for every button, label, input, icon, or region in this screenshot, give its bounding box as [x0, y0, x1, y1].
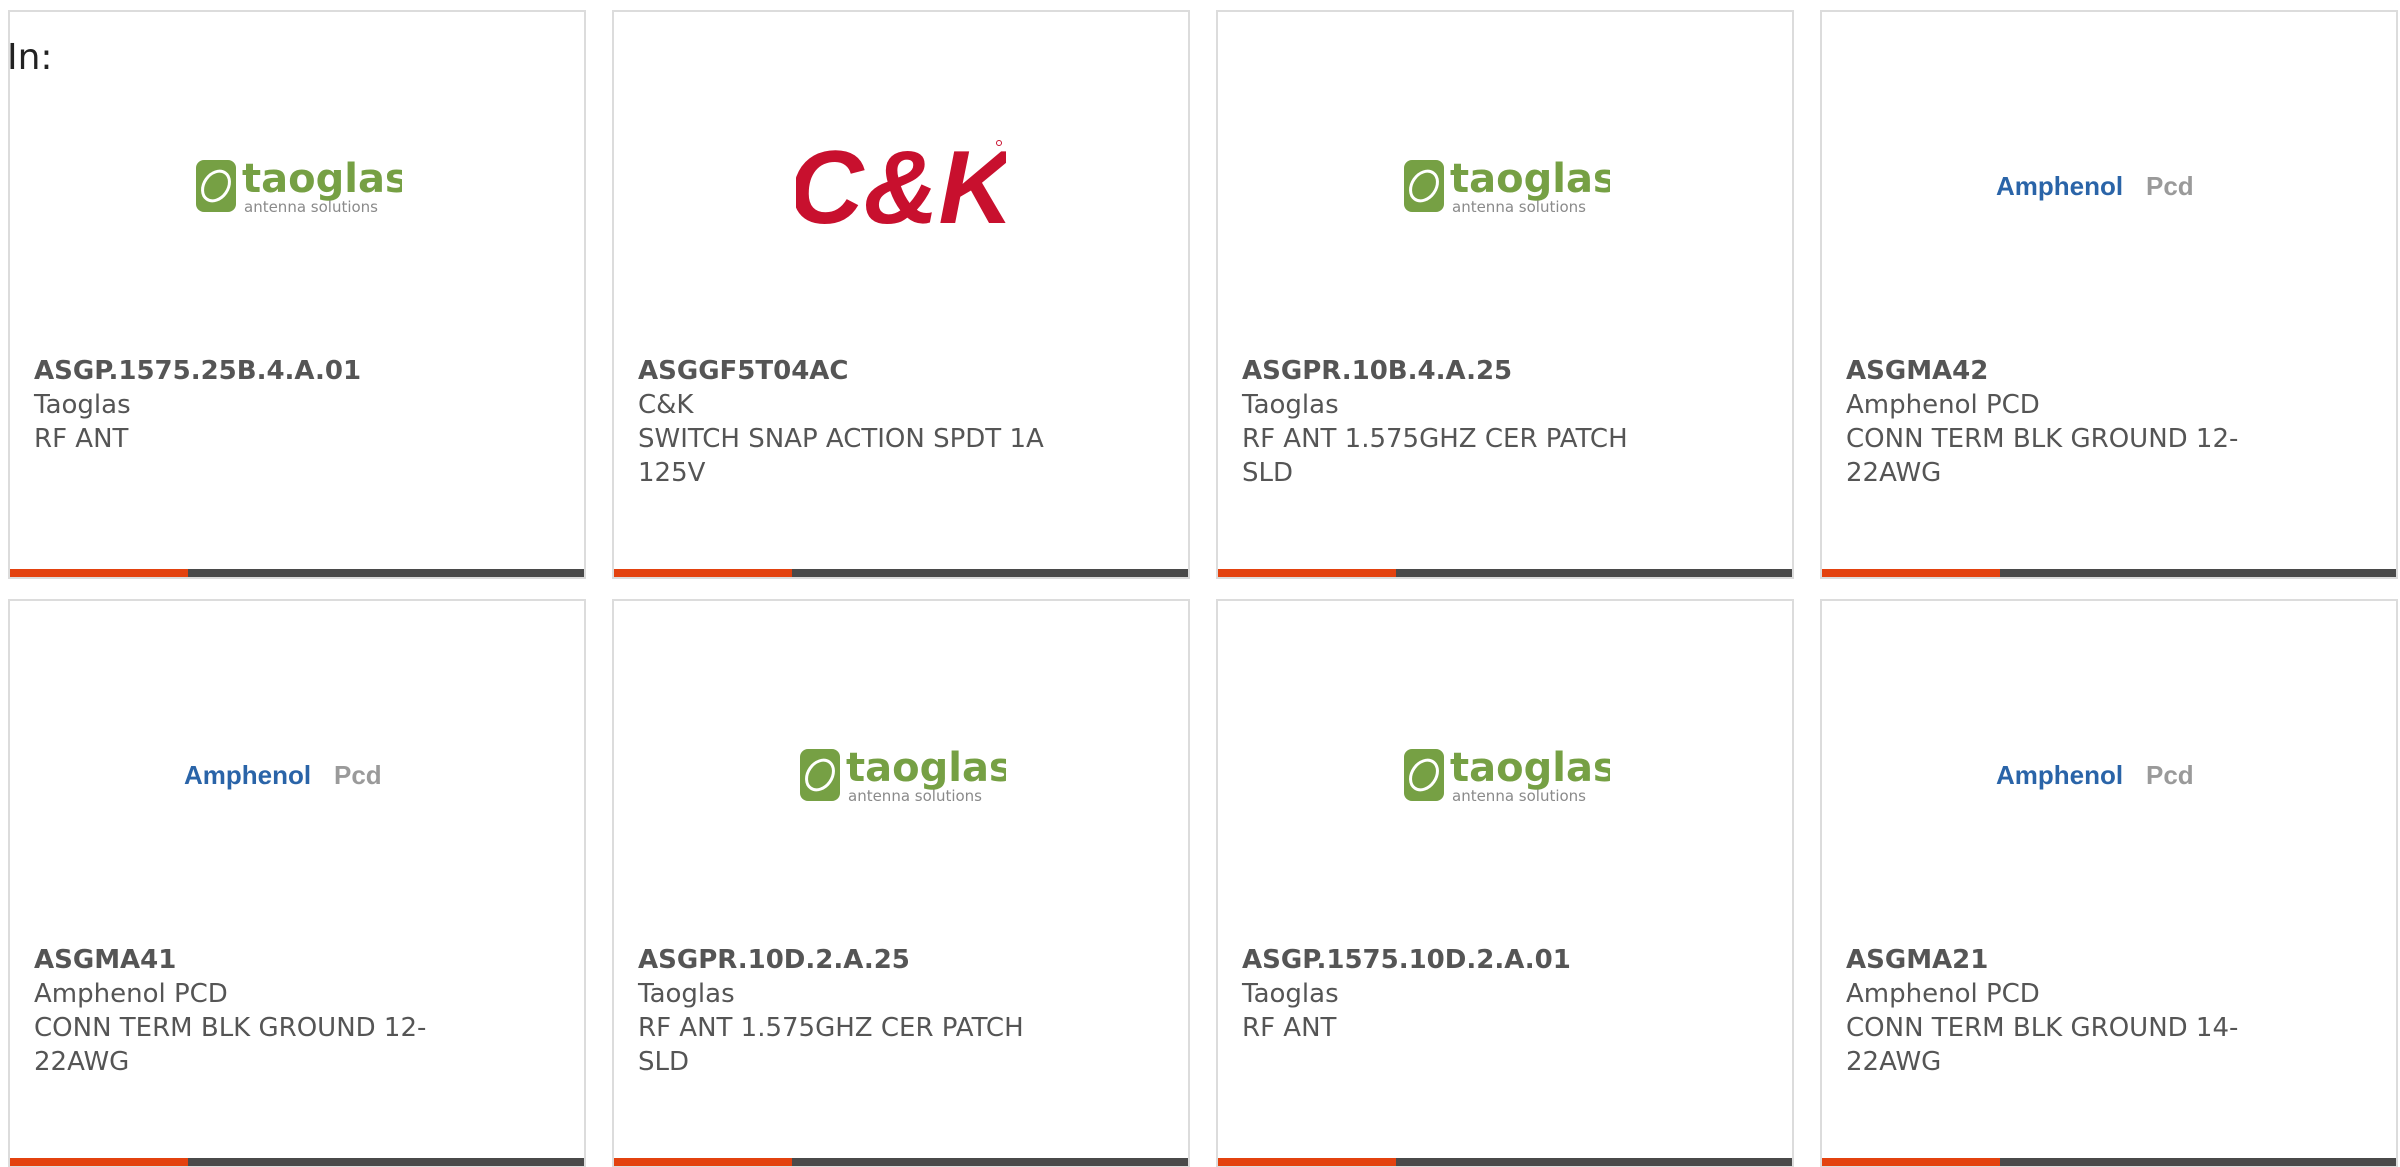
card-progress-bar: [1218, 1158, 1792, 1166]
part-description: RF ANT 1.575GHZ CER PATCH SLD: [1242, 424, 1628, 488]
card-progress-fill: [614, 1158, 792, 1166]
product-card[interactable]: taoglas antenna solutions ASGP.1575.25B.4…: [8, 10, 586, 579]
part-description: SWITCH SNAP ACTION SPDT 1A 125V: [638, 424, 1044, 488]
taoglas-tagline: antenna solutions: [1452, 198, 1586, 216]
card-progress-bar: [1822, 1158, 2396, 1166]
part-number[interactable]: ASGMA21: [1846, 943, 2276, 977]
manufacturer-name: Amphenol PCD: [1846, 390, 2040, 420]
part-number[interactable]: ASGP.1575.10D.2.A.01: [1242, 943, 1672, 977]
product-card[interactable]: taoglas antenna solutions ASGPR.10B.4.A.2…: [1216, 10, 1794, 579]
manufacturer-name: Taoglas: [34, 390, 131, 420]
manufacturer-name: Amphenol PCD: [1846, 979, 2040, 1009]
taoglas-wordmark: taoglas: [1450, 745, 1610, 791]
card-progress-bar: [1822, 569, 2396, 577]
card-progress-fill: [1822, 569, 2000, 577]
part-number[interactable]: ASGP.1575.25B.4.A.01: [34, 354, 464, 388]
taoglas-logo-icon: taoglas antenna solutions: [1218, 721, 1792, 831]
card-progress-bar: [10, 1158, 584, 1166]
amphenol-wordmark: Amphenol: [184, 760, 311, 790]
part-description: RF ANT: [34, 424, 129, 454]
taoglas-tagline: antenna solutions: [1452, 787, 1586, 805]
amphenol-wordmark: Amphenol: [1996, 760, 2123, 790]
card-progress-bar: [614, 1158, 1188, 1166]
manufacturer-name: Taoglas: [1242, 390, 1339, 420]
part-number[interactable]: ASGPR.10D.2.A.25: [638, 943, 1068, 977]
pcd-wordmark: Pcd: [2146, 760, 2194, 790]
taoglas-logo-icon: taoglas antenna solutions: [614, 721, 1188, 831]
card-info: ASGP.1575.10D.2.A.01 Taoglas RF ANT: [1242, 943, 1672, 1045]
card-info: ASGMA21 Amphenol PCD CONN TERM BLK GROUN…: [1846, 943, 2276, 1079]
amphenol-pcd-logo-icon: Amphenol Pcd: [1822, 132, 2396, 242]
amphenol-wordmark: Amphenol: [1996, 171, 2123, 201]
card-info: ASGGF5T04AC C&K SWITCH SNAP ACTION SPDT …: [638, 354, 1068, 490]
card-info: ASGPR.10D.2.A.25 Taoglas RF ANT 1.575GHZ…: [638, 943, 1068, 1079]
taoglas-tagline: antenna solutions: [244, 198, 378, 216]
product-card-grid: taoglas antenna solutions ASGP.1575.25B.4…: [8, 10, 2398, 1167]
part-number[interactable]: ASGMA42: [1846, 354, 2276, 388]
part-description: CONN TERM BLK GROUND 14-22AWG: [1846, 1013, 2239, 1077]
part-description: RF ANT: [1242, 1013, 1337, 1043]
card-progress-fill: [10, 1158, 188, 1166]
taoglas-wordmark: taoglas: [1450, 156, 1610, 202]
taoglas-tagline: antenna solutions: [848, 787, 982, 805]
card-progress-bar: [1218, 569, 1792, 577]
card-progress-fill: [1822, 1158, 2000, 1166]
manufacturer-name: C&K: [638, 390, 694, 420]
card-info: ASGMA41 Amphenol PCD CONN TERM BLK GROUN…: [34, 943, 464, 1079]
manufacturer-name: Taoglas: [1242, 979, 1339, 1009]
pcd-wordmark: Pcd: [334, 760, 382, 790]
part-number[interactable]: ASGGF5T04AC: [638, 354, 1068, 388]
product-grid-page: In: taoglas antenna solutions ASGP.1575.2…: [0, 0, 2400, 1167]
product-card[interactable]: Amphenol Pcd ASGMA42 Amphenol PCD CONN TE…: [1820, 10, 2398, 579]
product-card[interactable]: Amphenol Pcd ASGMA41 Amphenol PCD CONN TE…: [8, 599, 586, 1167]
pcd-wordmark: Pcd: [2146, 171, 2194, 201]
ck-wordmark: C&K: [796, 135, 1006, 239]
card-progress-fill: [1218, 569, 1396, 577]
product-card[interactable]: taoglas antenna solutions ASGPR.10D.2.A.2…: [612, 599, 1190, 1167]
part-number[interactable]: ASGPR.10B.4.A.25: [1242, 354, 1672, 388]
manufacturer-name: Amphenol PCD: [34, 979, 228, 1009]
part-description: CONN TERM BLK GROUND 12-22AWG: [1846, 424, 2239, 488]
card-progress-bar: [10, 569, 584, 577]
part-description: RF ANT 1.575GHZ CER PATCH SLD: [638, 1013, 1024, 1077]
card-info: ASGMA42 Amphenol PCD CONN TERM BLK GROUN…: [1846, 354, 2276, 490]
product-card[interactable]: Amphenol Pcd ASGMA21 Amphenol PCD CONN TE…: [1820, 599, 2398, 1167]
part-number[interactable]: ASGMA41: [34, 943, 464, 977]
ck-logo-icon: C&K: [614, 132, 1188, 242]
taoglas-wordmark: taoglas: [242, 156, 402, 202]
product-card[interactable]: taoglas antenna solutions ASGP.1575.10D.2…: [1216, 599, 1794, 1167]
card-progress-fill: [614, 569, 792, 577]
card-progress-bar: [614, 569, 1188, 577]
card-info: ASGPR.10B.4.A.25 Taoglas RF ANT 1.575GHZ…: [1242, 354, 1672, 490]
card-info: ASGP.1575.25B.4.A.01 Taoglas RF ANT: [34, 354, 464, 456]
taoglas-logo-icon: taoglas antenna solutions: [10, 132, 584, 242]
product-card[interactable]: C&K ASGGF5T04AC C&K SWITCH SNAP ACTION S…: [612, 10, 1190, 579]
amphenol-pcd-logo-icon: Amphenol Pcd: [1822, 721, 2396, 831]
taoglas-wordmark: taoglas: [846, 745, 1006, 791]
in-label: In:: [7, 37, 53, 78]
card-progress-fill: [1218, 1158, 1396, 1166]
taoglas-logo-icon: taoglas antenna solutions: [1218, 132, 1792, 242]
amphenol-pcd-logo-icon: Amphenol Pcd: [10, 721, 584, 831]
part-description: CONN TERM BLK GROUND 12-22AWG: [34, 1013, 427, 1077]
manufacturer-name: Taoglas: [638, 979, 735, 1009]
card-progress-fill: [10, 569, 188, 577]
